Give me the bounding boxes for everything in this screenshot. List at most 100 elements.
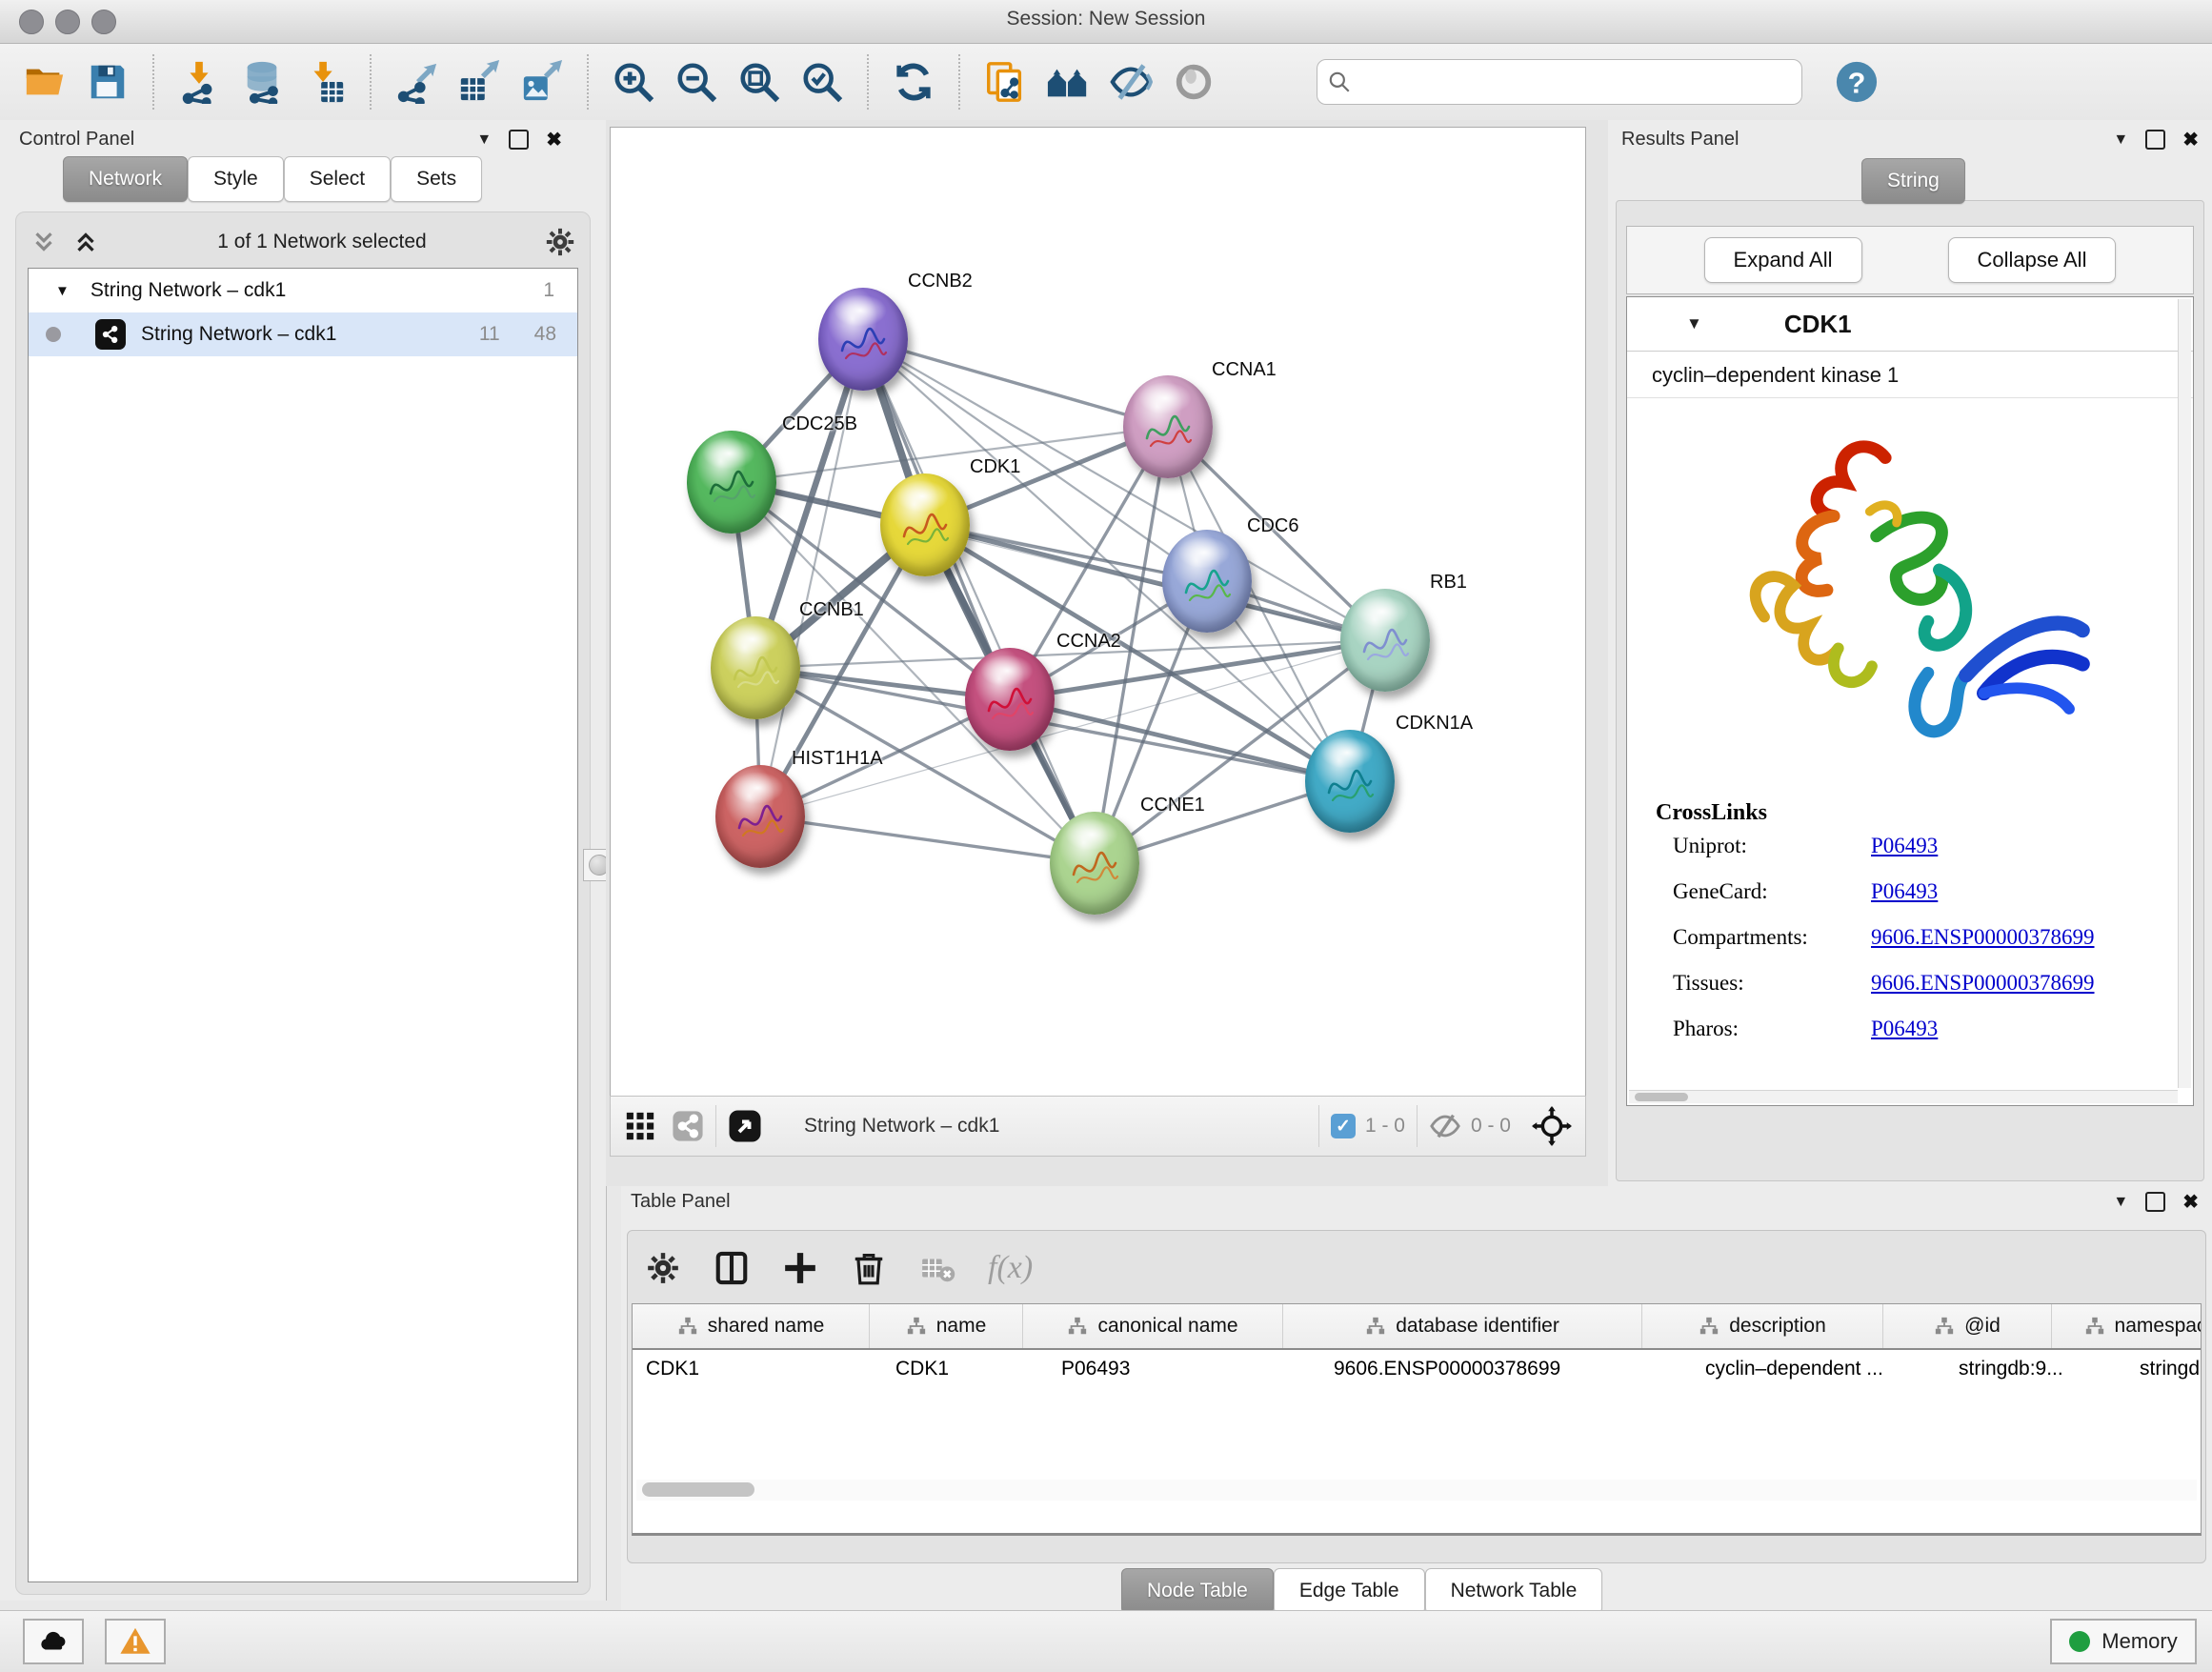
network-node-CDKN1A[interactable] bbox=[1305, 730, 1395, 833]
show-columns-icon[interactable] bbox=[714, 1250, 750, 1286]
toolbar-separator bbox=[587, 54, 589, 110]
hidden-count-badge: 0 - 0 bbox=[1471, 1115, 1511, 1138]
table-cell[interactable]: P06493 bbox=[1048, 1350, 1320, 1388]
export-network-icon[interactable] bbox=[385, 52, 448, 111]
network-node-HIST1H1A[interactable] bbox=[715, 765, 805, 868]
pan-crosshair-icon[interactable] bbox=[1532, 1106, 1572, 1146]
crosslink-link[interactable]: 9606.ENSP00000378699 bbox=[1871, 925, 2095, 950]
expand-all-tree-icon[interactable] bbox=[30, 228, 58, 256]
copy-network-icon[interactable] bbox=[974, 52, 1036, 111]
tab-node-table[interactable]: Node Table bbox=[1121, 1568, 1274, 1614]
memory-button[interactable]: Memory bbox=[2050, 1619, 2197, 1664]
expand-all-button[interactable]: Expand All bbox=[1704, 237, 1862, 283]
open-folder-icon[interactable] bbox=[13, 52, 76, 111]
results-horizontal-scrollbar[interactable] bbox=[1629, 1090, 2178, 1103]
table-settings-gear-icon[interactable] bbox=[645, 1250, 681, 1286]
close-panel-icon[interactable]: ✖ bbox=[2182, 128, 2199, 151]
tab-string[interactable]: String bbox=[1861, 158, 1965, 204]
help-icon[interactable]: ? bbox=[1825, 52, 1888, 111]
network-node-CCNA2[interactable] bbox=[965, 648, 1055, 751]
column-header-shared-name[interactable]: shared name bbox=[633, 1304, 870, 1348]
selected-nodes-checkbox[interactable]: ✓ bbox=[1331, 1114, 1356, 1138]
table-cell[interactable]: stringdb bbox=[2126, 1350, 2202, 1388]
refresh-layout-icon[interactable] bbox=[882, 52, 945, 111]
close-panel-icon[interactable]: ✖ bbox=[546, 128, 562, 151]
export-table-icon[interactable] bbox=[448, 52, 511, 111]
table-cell[interactable]: CDK1 bbox=[633, 1350, 882, 1388]
results-vertical-scrollbar[interactable] bbox=[2178, 299, 2191, 1088]
import-database-icon[interactable] bbox=[231, 52, 293, 111]
crosslink-link[interactable]: P06493 bbox=[1871, 1017, 1938, 1041]
birds-eye-view-icon[interactable] bbox=[624, 1110, 656, 1142]
tab-edge-table[interactable]: Edge Table bbox=[1274, 1568, 1425, 1614]
table-horizontal-scrollbar[interactable] bbox=[636, 1480, 2197, 1501]
collapse-panel-icon[interactable]: ▼ bbox=[476, 131, 492, 149]
share-view-icon[interactable] bbox=[672, 1110, 704, 1142]
collapse-all-button[interactable]: Collapse All bbox=[1948, 237, 2117, 283]
column-header--id[interactable]: @id bbox=[1883, 1304, 2052, 1348]
column-header-database-identifier[interactable]: database identifier bbox=[1283, 1304, 1642, 1348]
network-row[interactable]: String Network – cdk1 11 48 bbox=[29, 312, 577, 356]
network-node-CCNB1[interactable] bbox=[711, 616, 800, 719]
float-panel-icon[interactable] bbox=[509, 130, 529, 150]
tab-sets[interactable]: Sets bbox=[391, 156, 482, 202]
crosslink-link[interactable]: P06493 bbox=[1871, 879, 1938, 904]
network-node-RB1[interactable] bbox=[1340, 589, 1430, 692]
column-header-namespac[interactable]: namespac bbox=[2052, 1304, 2202, 1348]
function-builder-icon[interactable]: f(x) bbox=[988, 1250, 1033, 1286]
table-cell[interactable]: CDK1 bbox=[882, 1350, 1048, 1388]
table-panel-title: Table Panel bbox=[631, 1191, 731, 1213]
column-header-canonical-name[interactable]: canonical name bbox=[1023, 1304, 1283, 1348]
add-column-icon[interactable] bbox=[782, 1250, 818, 1286]
crosslink-link[interactable]: 9606.ENSP00000378699 bbox=[1871, 971, 2095, 996]
tab-select[interactable]: Select bbox=[284, 156, 391, 202]
string-results-container: Expand All Collapse All ▼ CDK1 cyclin–de… bbox=[1616, 200, 2204, 1181]
table-cell[interactable]: stringdb:9... bbox=[1945, 1350, 2126, 1388]
tab-network-table[interactable]: Network Table bbox=[1425, 1568, 1603, 1614]
network-collection-row[interactable]: ▼ String Network – cdk1 1 bbox=[29, 269, 577, 312]
float-panel-icon[interactable] bbox=[2145, 130, 2165, 150]
network-node-CDC6[interactable] bbox=[1162, 530, 1252, 633]
tab-network[interactable]: Network bbox=[63, 156, 188, 202]
always-show-icon[interactable] bbox=[728, 1109, 762, 1143]
close-panel-icon[interactable]: ✖ bbox=[2182, 1190, 2199, 1214]
crosslink-link[interactable]: P06493 bbox=[1871, 834, 1938, 858]
table-cell[interactable]: cyclin–dependent ... bbox=[1692, 1350, 1945, 1388]
collapse-panel-icon[interactable]: ▼ bbox=[2113, 131, 2128, 149]
collapse-all-tree-icon[interactable] bbox=[71, 228, 100, 256]
network-node-CDC25B[interactable] bbox=[687, 431, 776, 534]
save-icon[interactable] bbox=[76, 52, 139, 111]
zoom-in-icon[interactable] bbox=[602, 52, 665, 111]
tab-style[interactable]: Style bbox=[188, 156, 284, 202]
delete-column-trash-icon[interactable] bbox=[851, 1250, 887, 1286]
import-table-icon[interactable] bbox=[293, 52, 356, 111]
table-cell[interactable]: 9606.ENSP00000378699 bbox=[1320, 1350, 1692, 1388]
hide-edges-icon[interactable] bbox=[1099, 52, 1162, 111]
table-row[interactable]: CDK1CDK1P064939606.ENSP00000378699cyclin… bbox=[633, 1350, 2201, 1388]
hidden-eye-icon[interactable] bbox=[1429, 1110, 1461, 1142]
zoom-selected-icon[interactable] bbox=[791, 52, 854, 111]
delete-table-icon[interactable] bbox=[919, 1250, 955, 1286]
column-header-description[interactable]: description bbox=[1642, 1304, 1883, 1348]
zoom-out-icon[interactable] bbox=[665, 52, 728, 111]
column-header-name[interactable]: name bbox=[870, 1304, 1023, 1348]
network-node-CDK1[interactable] bbox=[880, 473, 970, 576]
cloud-button[interactable] bbox=[23, 1619, 84, 1664]
network-node-CCNA1[interactable] bbox=[1123, 375, 1213, 478]
warning-button[interactable] bbox=[105, 1619, 166, 1664]
preview-icon[interactable] bbox=[1162, 52, 1225, 111]
gear-icon[interactable] bbox=[544, 226, 576, 258]
card-collapse-icon[interactable]: ▼ bbox=[1686, 314, 1702, 333]
export-image-icon[interactable] bbox=[511, 52, 573, 111]
tree-expander-icon[interactable]: ▼ bbox=[55, 283, 70, 299]
zoom-fit-icon[interactable] bbox=[728, 52, 791, 111]
node-table[interactable]: shared namenamecanonical namedatabase id… bbox=[632, 1303, 2202, 1536]
network-canvas[interactable]: CCNB2CCNA1CDC25BCDK1CDC6RB1CCNB1CCNA2CDK… bbox=[610, 127, 1586, 1098]
string-home-icon[interactable] bbox=[1036, 52, 1099, 111]
network-node-CCNB2[interactable] bbox=[818, 288, 908, 391]
search-input[interactable] bbox=[1352, 71, 1792, 94]
import-network-icon[interactable] bbox=[168, 52, 231, 111]
collapse-panel-icon[interactable]: ▼ bbox=[2113, 1194, 2128, 1211]
float-panel-icon[interactable] bbox=[2145, 1192, 2165, 1212]
network-node-CCNE1[interactable] bbox=[1050, 812, 1139, 915]
